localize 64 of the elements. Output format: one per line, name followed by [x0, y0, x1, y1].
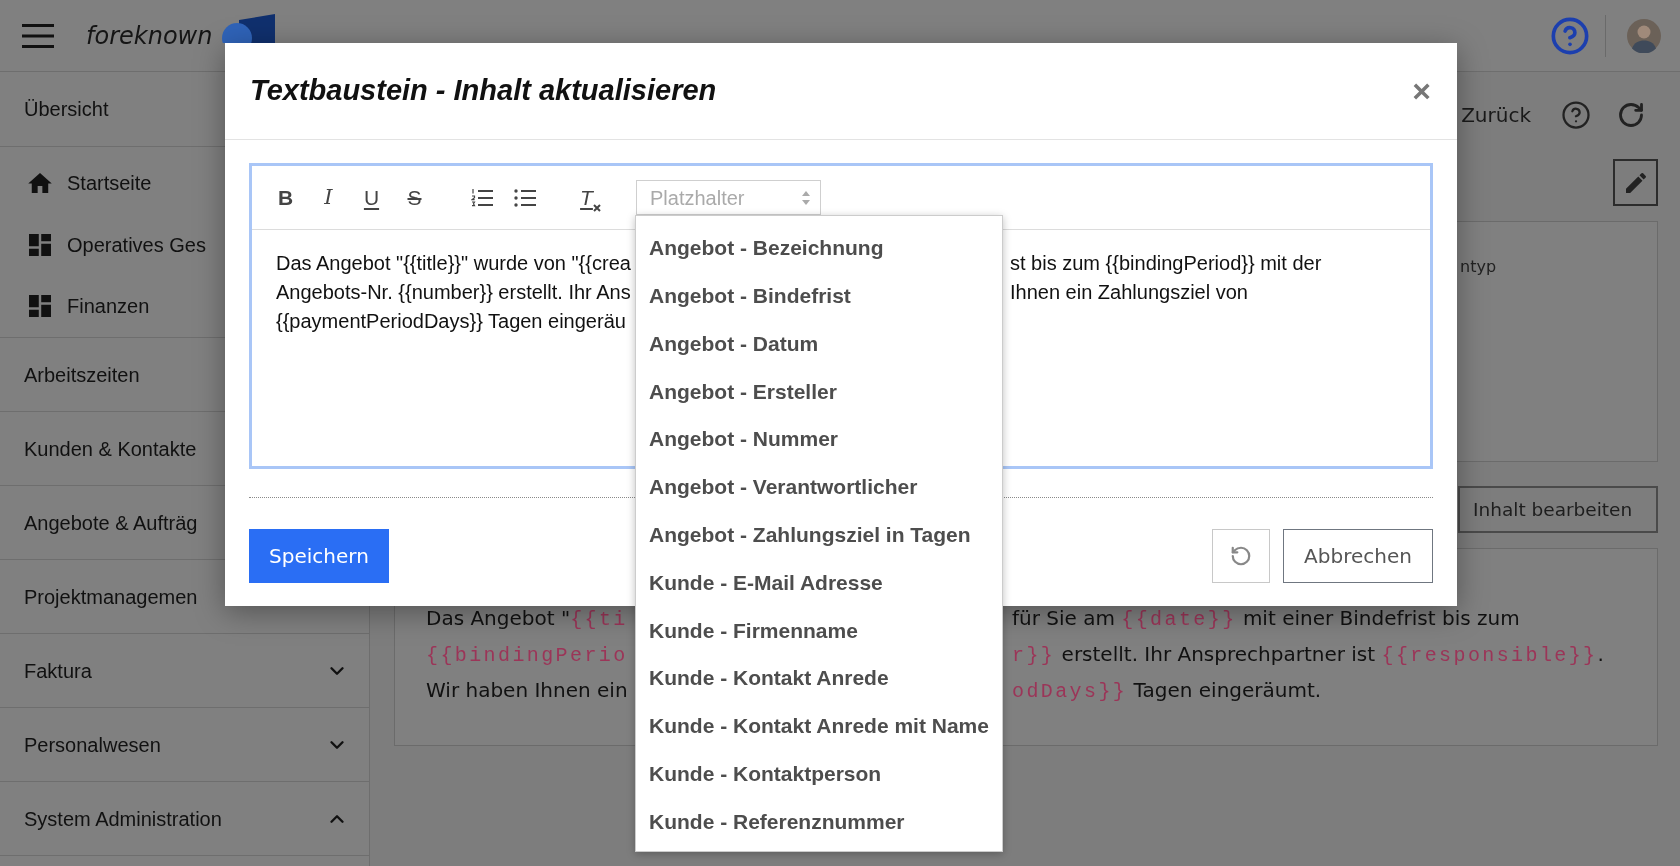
refresh-icon[interactable]	[1617, 101, 1645, 129]
numbered-list-icon	[470, 188, 493, 207]
home-icon	[28, 172, 52, 193]
dropdown-option[interactable]: Angebot - Ersteller	[636, 367, 1002, 416]
preview-text: odDays}} Tagen eingeräumt.	[1012, 678, 1322, 702]
bold-button[interactable]: B	[264, 180, 307, 215]
sidebar-group[interactable]: Personalwesen	[0, 708, 369, 781]
preview-text: Wir haben Ihnen ein	[426, 678, 628, 702]
save-button[interactable]: Speichern	[249, 529, 389, 583]
sort-caret-icon	[802, 190, 810, 205]
preview-text: Das Angebot "{{ti	[426, 606, 628, 630]
cancel-button[interactable]: Abbrechen	[1283, 529, 1433, 583]
panel-text: ntyp	[1460, 257, 1497, 276]
dropdown-option[interactable]: Angebot - Verantwortlicher	[636, 463, 1002, 511]
sidebar-heading[interactable]: Übersicht	[24, 94, 109, 124]
bullet-list-icon	[513, 188, 536, 207]
sidebar-item[interactable]: Angebote & Aufträg	[24, 507, 198, 538]
dropdown-option[interactable]: Kunde - Kontakt Anrede	[636, 654, 1002, 702]
preview-text: für Sie am {{date}} mit einer Bindefrist bis zum	[1012, 606, 1520, 630]
edit-button[interactable]	[1613, 159, 1658, 206]
sidebar-group[interactable]: System Administration	[0, 782, 369, 855]
help-icon[interactable]	[1550, 15, 1590, 56]
sidebar-item[interactable]: Arbeitszeiten	[24, 359, 140, 390]
sidebar-item[interactable]: Startseite	[28, 167, 152, 198]
dropdown-option[interactable]: Angebot - Datum	[636, 319, 1002, 368]
italic-button[interactable]: I	[307, 180, 350, 215]
sidebar-item[interactable]: Operatives Ges	[28, 229, 206, 260]
clear-format-button[interactable]: T	[569, 180, 612, 215]
user-avatar-icon[interactable]	[1627, 18, 1661, 53]
pencil-icon	[1625, 172, 1646, 193]
sidebar-item[interactable]: Projektmanagemen	[24, 581, 198, 612]
dropdown-option[interactable]: Angebot - Bindefrist	[636, 271, 1002, 320]
dropdown-option[interactable]: Kunde - Firmenname	[636, 606, 1002, 655]
preview-text: {{bindingPerio	[426, 643, 628, 666]
dashboard-icon	[29, 233, 51, 256]
preview-text: r}} erstellt. Ihr Ansprechpartner ist {{responsible}}.	[1012, 642, 1604, 666]
strikethrough-button[interactable]: S	[393, 180, 436, 215]
dropdown-option[interactable]: Angebot - Bezeichnung	[636, 224, 1002, 272]
underline-button[interactable]: U	[350, 180, 393, 215]
reset-icon	[1230, 545, 1252, 567]
help-icon[interactable]	[1561, 100, 1591, 130]
logo-text: foreknown	[86, 20, 213, 52]
editor-text: {{paymentPeriodDays}} Tagen eingeräu	[276, 309, 626, 332]
sidebar-item[interactable]: Finanzen	[28, 291, 150, 322]
editor-text: Angebots-Nr. {{number}} erstellt. Ihr Ans	[276, 280, 631, 303]
dialog-title: Textbaustein - Inhalt aktualisieren	[250, 73, 717, 109]
editor-text: Das Angebot "{{title}}" wurde von "{{crea	[276, 251, 631, 274]
dropdown-option[interactable]: Kunde - Referenznummer	[636, 797, 1002, 846]
dropdown-option[interactable]: Angebot - Nummer	[636, 415, 1002, 463]
sidebar-group[interactable]: Faktura	[0, 634, 369, 707]
back-link[interactable]: Zurück	[1461, 100, 1531, 130]
close-button[interactable]: ×	[1412, 75, 1431, 107]
x-mark-icon	[592, 204, 601, 213]
menu-icon[interactable]	[22, 23, 54, 48]
dropdown-option[interactable]: Angebot - Zahlungsziel in Tagen	[636, 510, 1002, 559]
editor-text: st bis zum {{bindingPeriod}} mit der	[1010, 251, 1322, 274]
reset-button[interactable]	[1212, 529, 1270, 583]
dropdown-option[interactable]: Kunde - Kontaktperson	[636, 749, 1002, 798]
sidebar-item[interactable]: Kunden & Kontakte	[24, 433, 197, 464]
dropdown-option[interactable]: Kunde - Kontakt Anrede mit Name	[636, 701, 1002, 750]
dashboard-icon	[29, 295, 51, 318]
edit-content-button[interactable]: Inhalt bearbeiten	[1458, 486, 1658, 533]
dropdown-option[interactable]: Kunde - E-Mail Adresse	[636, 558, 1002, 607]
editor-text: Ihnen ein Zahlungsziel von	[1010, 280, 1248, 303]
